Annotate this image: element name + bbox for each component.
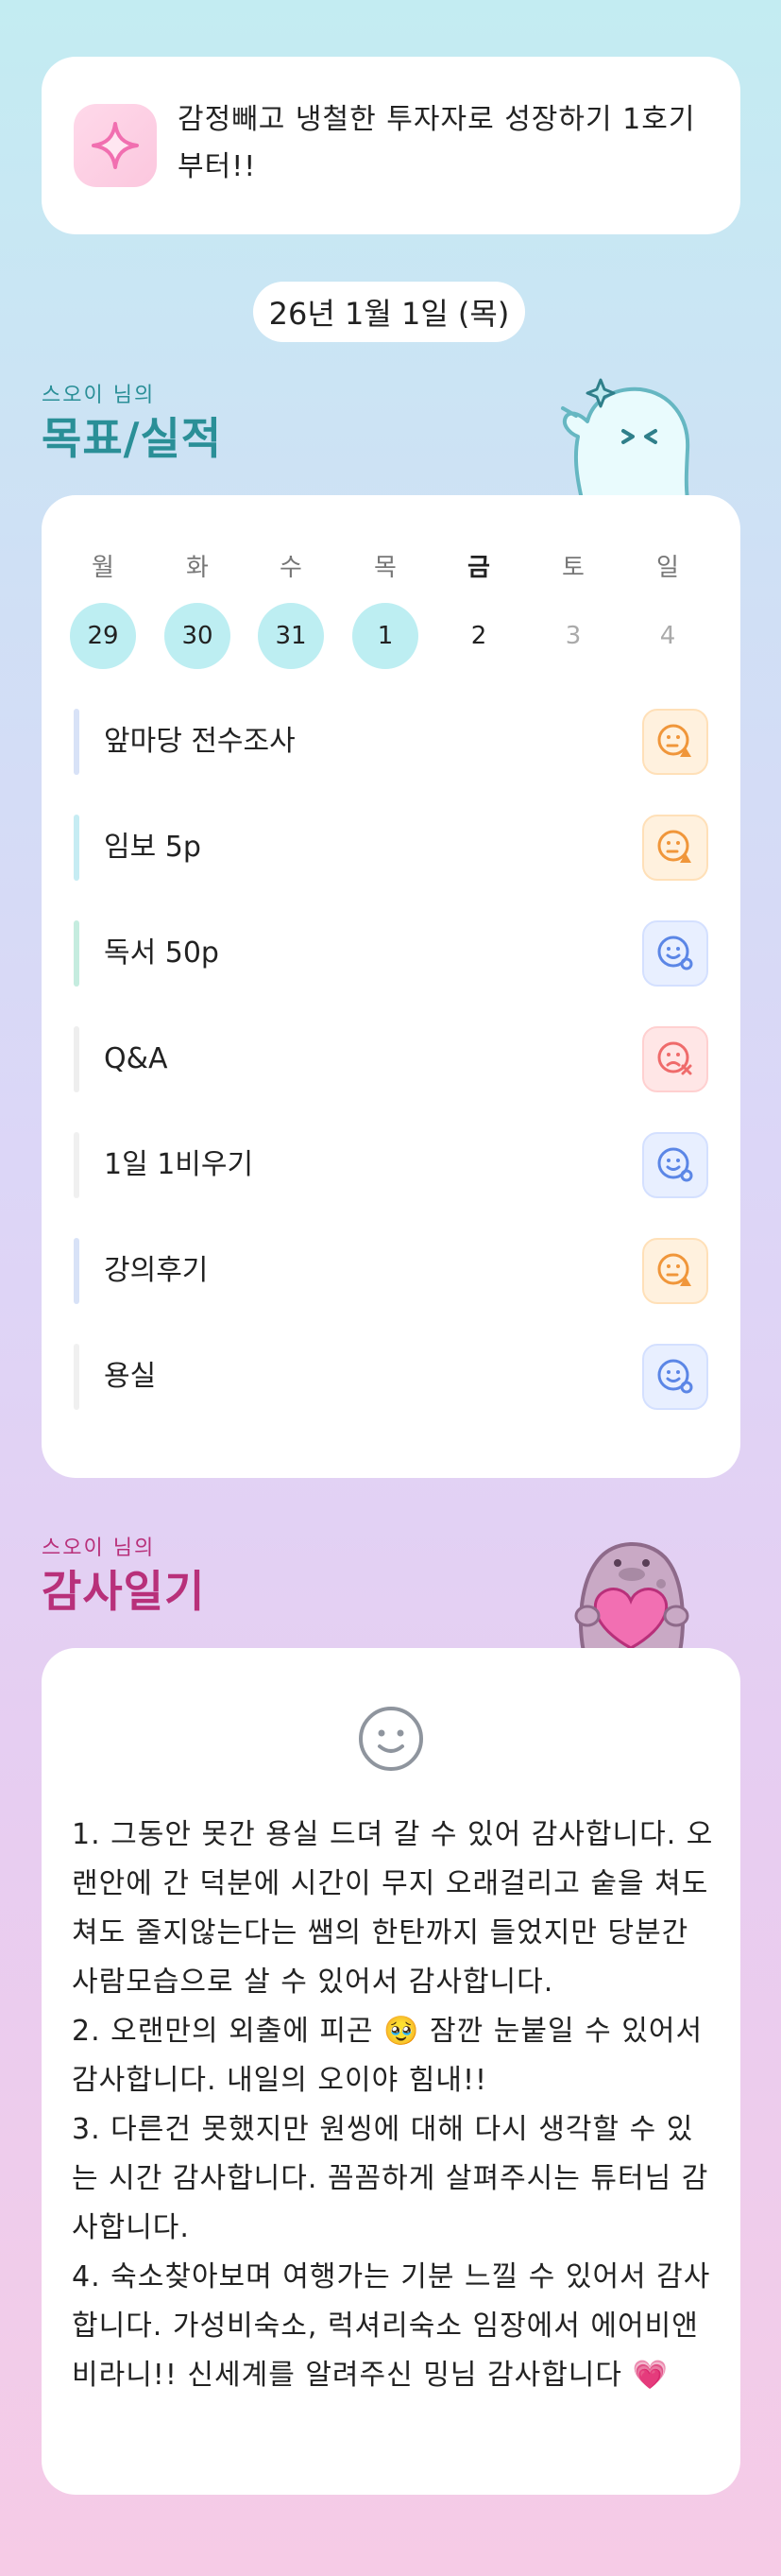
date-2[interactable]: 2 bbox=[446, 603, 512, 669]
date-30[interactable]: 30 bbox=[164, 603, 230, 669]
face-warning-icon[interactable] bbox=[642, 709, 708, 775]
smiley-icon[interactable] bbox=[355, 1703, 427, 1775]
date-4[interactable]: 4 bbox=[635, 603, 701, 669]
face-check-icon[interactable] bbox=[642, 1132, 708, 1198]
gratitude-card: 1. 그동안 못간 용실 드뎌 갈 수 있어 감사합니다. 오랜안에 간 덕분에… bbox=[42, 1648, 740, 2495]
weekday-sat: 토 bbox=[562, 554, 585, 582]
ghost-mascot bbox=[561, 378, 690, 499]
goal-row[interactable]: 임보 5p bbox=[74, 815, 708, 881]
weekday-mon: 월 bbox=[92, 554, 114, 582]
goal-label: 강의후기 bbox=[104, 1254, 209, 1287]
date-3[interactable]: 3 bbox=[540, 603, 606, 669]
gratitude-text: 1. 그동안 못간 용실 드뎌 갈 수 있어 감사합니다. 오랜안에 간 덕분에… bbox=[72, 1818, 714, 2392]
weekday-sun: 일 bbox=[656, 554, 679, 582]
goal-label: 독서 50p bbox=[104, 936, 219, 970]
goal-row[interactable]: 독서 50p bbox=[74, 920, 708, 987]
weekday-tue: 화 bbox=[186, 554, 209, 582]
date-selector[interactable]: 26년 1월 1일 (목) bbox=[253, 282, 525, 342]
goal-row[interactable]: 1일 1비우기 bbox=[74, 1132, 708, 1198]
goal-color-bar bbox=[74, 709, 79, 775]
gratitude-title: 감사일기 bbox=[42, 1566, 206, 1617]
date-1[interactable]: 1 bbox=[352, 603, 418, 669]
face-warning-icon[interactable] bbox=[642, 815, 708, 881]
goal-row[interactable]: Q&A bbox=[74, 1026, 708, 1092]
goal-label: 앞마당 전수조사 bbox=[104, 725, 296, 758]
motto-card: 감정빼고 냉철한 투자자로 성장하기 1호기부터!! bbox=[42, 57, 740, 234]
sparkle-icon-box bbox=[74, 104, 157, 187]
goal-row[interactable]: 강의후기 bbox=[74, 1238, 708, 1304]
face-warning-icon[interactable] bbox=[642, 1238, 708, 1304]
goal-color-bar bbox=[74, 1132, 79, 1198]
weekday-wed: 수 bbox=[280, 554, 302, 582]
face-x-icon[interactable] bbox=[642, 1026, 708, 1092]
face-check-icon[interactable] bbox=[642, 1344, 708, 1410]
goal-color-bar bbox=[74, 815, 79, 881]
blob-heart-mascot bbox=[574, 1542, 689, 1652]
date-29[interactable]: 29 bbox=[70, 603, 136, 669]
goal-color-bar bbox=[74, 920, 79, 987]
goal-label: 용실 bbox=[104, 1360, 157, 1393]
goal-row[interactable]: 용실 bbox=[74, 1344, 708, 1410]
goal-label: 임보 5p bbox=[104, 831, 201, 864]
goal-label: 1일 1비우기 bbox=[104, 1148, 254, 1181]
goal-color-bar bbox=[74, 1026, 79, 1092]
goals-card: 월 화 수 목 금 토 일 29 30 31 1 2 3 4 앞마당 전수조사 … bbox=[42, 495, 740, 1478]
motto-text: 감정빼고 냉철한 투자자로 성장하기 1호기부터!! bbox=[178, 103, 696, 183]
goal-row[interactable]: 앞마당 전수조사 bbox=[74, 709, 708, 775]
goals-title: 목표/실적 bbox=[42, 413, 223, 464]
weekday-thu: 목 bbox=[374, 554, 397, 582]
sparkle-icon bbox=[92, 122, 139, 169]
date-31[interactable]: 31 bbox=[258, 603, 324, 669]
goal-color-bar bbox=[74, 1238, 79, 1304]
goal-label: Q&A bbox=[104, 1042, 168, 1075]
weekday-fri: 금 bbox=[467, 554, 490, 582]
goal-color-bar bbox=[74, 1344, 79, 1410]
face-check-icon[interactable] bbox=[642, 920, 708, 987]
